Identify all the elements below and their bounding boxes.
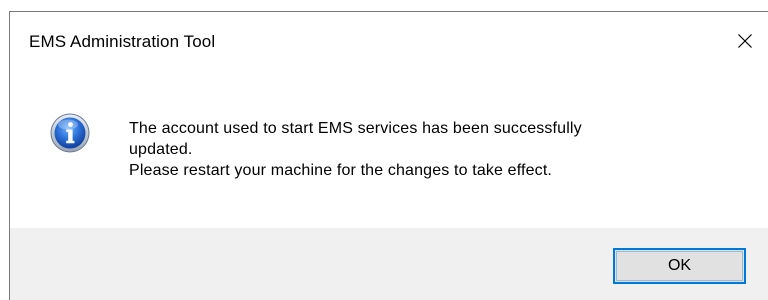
ok-button[interactable]: OK	[613, 248, 746, 284]
message-line: The account used to start EMS services h…	[129, 120, 582, 137]
message-line: Please restart your machine for the chan…	[129, 162, 553, 179]
dialog-title: EMS Administration Tool	[29, 32, 216, 51]
message-line: updated.	[129, 141, 193, 158]
title-bar[interactable]: EMS Administration Tool	[10, 12, 768, 70]
dialog-message: The account used to start EMS services h…	[129, 118, 582, 181]
message-dialog: EMS Administration Tool The account used…	[9, 11, 768, 300]
close-button[interactable]	[722, 12, 768, 70]
close-icon	[738, 34, 752, 48]
button-bar: OK	[10, 228, 768, 300]
information-icon	[50, 113, 90, 153]
dialog-body: The account used to start EMS services h…	[10, 70, 768, 228]
